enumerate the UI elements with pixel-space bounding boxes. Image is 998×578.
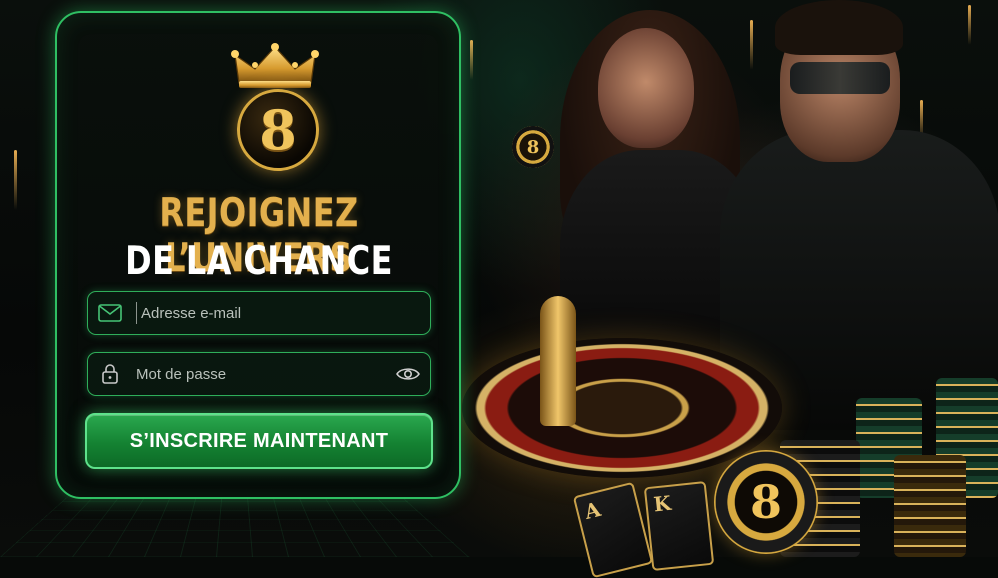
- sunglasses-icon: [790, 62, 890, 94]
- roulette-wheel: [462, 338, 782, 478]
- background-light: [470, 40, 473, 80]
- lock-icon: [88, 352, 132, 396]
- woman-face: [598, 28, 694, 148]
- card-rank: A: [581, 496, 603, 524]
- card-rank: K: [652, 490, 673, 517]
- held-chip-label: 8: [526, 136, 540, 158]
- logo-eight-text: 8: [259, 98, 297, 162]
- crown-icon: [231, 43, 319, 88]
- roulette-turret: [540, 296, 576, 426]
- playing-card-king: K: [643, 480, 715, 572]
- background-light: [750, 20, 753, 70]
- background-light: [968, 5, 971, 45]
- signup-button[interactable]: S’INSCRIRE MAINTENANT: [85, 413, 433, 469]
- big-chip-icon: 8: [714, 450, 818, 554]
- logo-eight-mark: 8: [237, 89, 319, 171]
- password-field[interactable]: [87, 352, 431, 396]
- big-chip-label: 8: [749, 475, 782, 529]
- man-hair: [775, 0, 903, 55]
- signup-panel: 8 REJOIGNEZ L’UNIVERS DE LA CHANCE S’INS…: [55, 11, 461, 499]
- brand-logo: 8: [231, 43, 319, 181]
- background-light: [14, 150, 17, 210]
- password-input[interactable]: [132, 354, 386, 394]
- headline-line-2: DE LA CHANCE: [125, 239, 393, 284]
- eye-icon[interactable]: [386, 352, 430, 396]
- email-field[interactable]: [87, 291, 431, 335]
- envelope-icon: [88, 291, 132, 335]
- email-input[interactable]: [136, 302, 430, 324]
- chip-stack: [894, 455, 966, 557]
- held-chip-icon: 8: [512, 126, 554, 168]
